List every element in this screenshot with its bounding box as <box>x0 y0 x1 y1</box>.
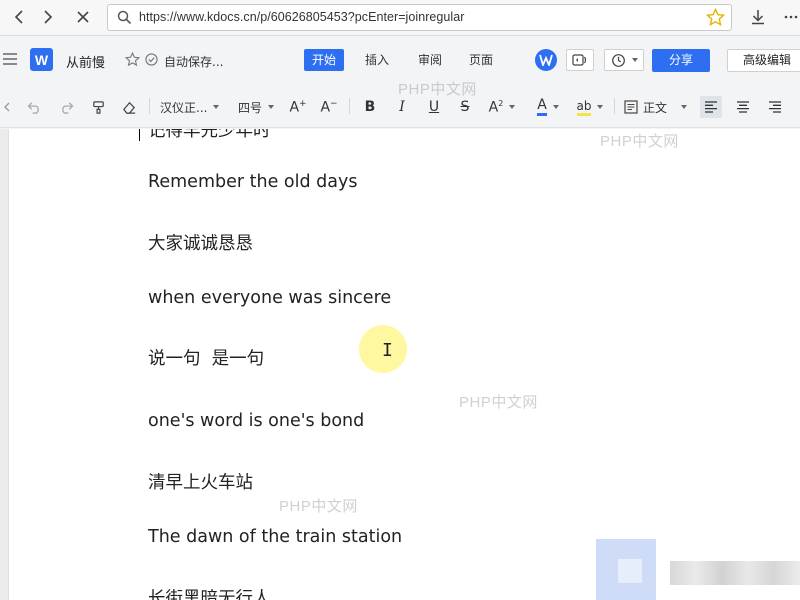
toolbar-divider <box>349 98 350 114</box>
hamburger-menu-icon[interactable] <box>2 52 18 66</box>
format-painter-button[interactable] <box>88 96 108 118</box>
paragraph-style-value: 正文 <box>643 100 668 115</box>
close-icon <box>77 11 89 23</box>
address-bar[interactable]: https://www.kdocs.cn/p/60626805453?pcEnt… <box>107 4 732 31</box>
chevron-left-icon <box>14 10 23 24</box>
chevron-down-icon <box>631 58 638 62</box>
doc-line[interactable]: 说一句 是一句 <box>148 345 264 370</box>
align-right-icon <box>769 101 781 113</box>
doc-line[interactable]: 记得早先少年时 <box>148 129 271 142</box>
text-caret <box>139 129 140 141</box>
chevron-down-icon <box>213 105 220 109</box>
download-icon <box>752 10 764 25</box>
chevron-right-icon <box>44 10 53 24</box>
undo-icon <box>27 101 39 114</box>
app-logo[interactable]: W <box>30 48 53 71</box>
paragraph-style-select[interactable]: 正文 <box>624 96 692 118</box>
star-icon[interactable] <box>706 8 725 27</box>
blurred-logo-block <box>670 561 800 585</box>
history-button[interactable] <box>604 49 644 71</box>
font-size-value: 四号 <box>238 100 263 115</box>
eraser-icon <box>122 101 135 114</box>
bold-button[interactable]: B <box>360 96 380 118</box>
font-size-select[interactable]: 四号 <box>238 96 283 118</box>
advanced-edit-button[interactable]: 高级编辑 <box>727 49 800 72</box>
redo-icon <box>61 101 73 114</box>
doc-title[interactable]: 从前慢 <box>66 52 105 71</box>
format-painter-icon <box>92 100 104 114</box>
share-button[interactable]: 分享 <box>652 49 710 72</box>
clock-icon <box>611 53 625 67</box>
align-center-button[interactable] <box>732 96 754 118</box>
toolbar-divider <box>149 98 150 114</box>
star-outline-icon[interactable] <box>125 52 140 67</box>
highlight-button[interactable]: ab <box>572 96 608 118</box>
grow-font-icon: A+ <box>289 98 307 116</box>
font-name-select[interactable]: 汉仪正... <box>160 96 230 118</box>
doc-line[interactable]: when everyone was sincere <box>148 288 391 308</box>
format-toolbar: 汉仪正... 四号 A+ A− B I U S A2 A ab 正文 <box>0 84 800 128</box>
align-center-icon <box>737 101 749 113</box>
chevron-down-icon <box>268 105 275 109</box>
blurred-logo-block <box>618 559 642 583</box>
tab-review[interactable]: 审阅 <box>410 49 450 71</box>
font-name-value: 汉仪正... <box>160 100 208 115</box>
chevron-down-icon <box>597 105 604 109</box>
shrink-font-button[interactable]: A− <box>319 96 339 118</box>
doc-line[interactable]: Remember the old days <box>148 172 357 192</box>
doc-line[interactable]: one's word is one's bond <box>148 411 364 431</box>
document-scroll-area[interactable]: 记得早先少年时 Remember the old days 大家诚诚恳恳 whe… <box>0 129 800 600</box>
doc-line[interactable]: 长街黑暗无行人 <box>148 585 271 600</box>
align-left-button[interactable] <box>700 96 722 118</box>
undo-button[interactable] <box>24 96 44 118</box>
tab-insert[interactable]: 插入 <box>357 49 397 71</box>
chevron-down-icon <box>552 105 559 109</box>
underline-button[interactable]: U <box>424 96 444 118</box>
clear-format-button[interactable] <box>119 96 139 118</box>
font-color-button[interactable]: A <box>530 96 566 118</box>
paragraph-style-icon <box>624 100 638 114</box>
collapse-toolbar-icon[interactable] <box>3 102 11 112</box>
font-color-icon: A <box>537 98 547 116</box>
autosave-status: 自动保存... <box>164 55 224 69</box>
align-left-icon <box>705 101 717 113</box>
stop-button[interactable] <box>72 6 94 28</box>
tab-page[interactable]: 页面 <box>461 49 501 71</box>
redo-button[interactable] <box>56 96 76 118</box>
download-button[interactable] <box>747 6 769 28</box>
tab-start[interactable]: 开始 <box>304 49 345 71</box>
browser-menu-button[interactable] <box>780 6 800 28</box>
shrink-font-icon: A− <box>320 98 338 116</box>
italic-button[interactable]: I <box>392 96 412 118</box>
toolbar-divider <box>614 98 615 114</box>
url-text: https://www.kdocs.cn/p/60626805453?pcEnt… <box>139 10 465 24</box>
read-aloud-button[interactable] <box>566 49 594 71</box>
app-header: W 从前慢 自动保存... 开始 插入 审阅 页面 分享 高级编辑 <box>0 37 800 83</box>
document-page[interactable]: 记得早先少年时 Remember the old days 大家诚诚恳恳 whe… <box>8 129 800 600</box>
grow-font-button[interactable]: A+ <box>288 96 308 118</box>
doc-line[interactable]: The dawn of the train station <box>148 527 402 547</box>
more-icon <box>784 15 798 19</box>
forward-button[interactable] <box>37 6 59 28</box>
align-right-button[interactable] <box>764 96 786 118</box>
text-cursor-icon: I <box>382 340 393 361</box>
highlight-icon: ab <box>576 99 592 116</box>
back-button[interactable] <box>8 6 30 28</box>
doc-line[interactable]: 清早上火车站 <box>148 469 253 494</box>
speaker-icon <box>572 54 587 66</box>
superscript-button[interactable]: A2 <box>484 96 520 118</box>
strikethrough-button[interactable]: S <box>455 96 475 118</box>
search-icon <box>117 10 132 25</box>
wps-icon[interactable] <box>535 49 557 71</box>
browser-toolbar: https://www.kdocs.cn/p/60626805453?pcEnt… <box>0 0 800 36</box>
superscript-icon: A2 <box>488 98 504 116</box>
doc-line[interactable]: 大家诚诚恳恳 <box>148 230 253 255</box>
chevron-down-icon <box>681 105 688 109</box>
chevron-down-icon <box>509 105 516 109</box>
check-circle-icon <box>145 53 158 66</box>
